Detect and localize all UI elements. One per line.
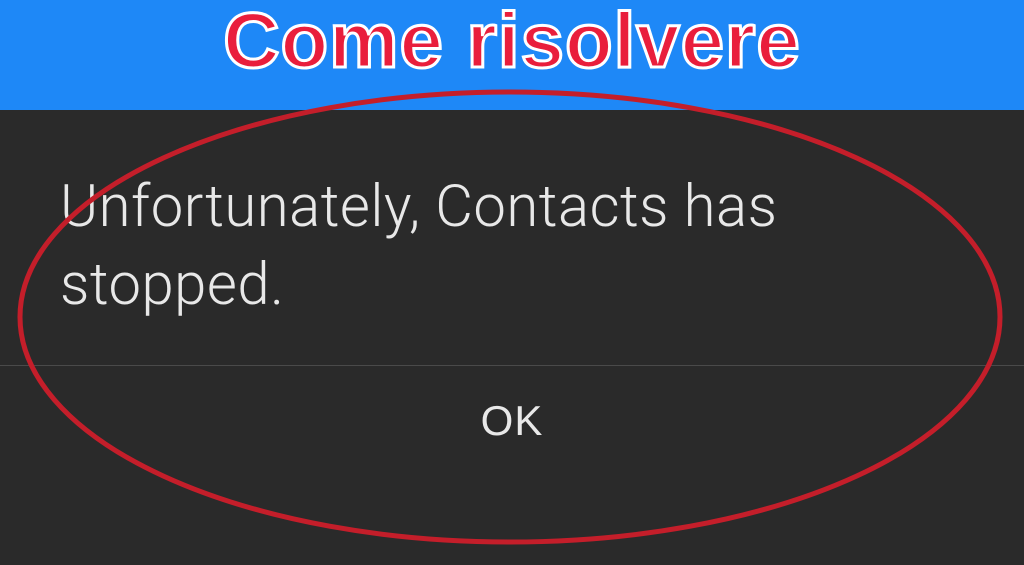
header-banner: Come risolvere xyxy=(0,0,1024,110)
dialog-message: Unfortunately, Contacts has stopped. xyxy=(0,110,1024,365)
ok-button[interactable]: OK xyxy=(441,377,584,465)
page-title: Come risolvere xyxy=(223,0,801,86)
error-dialog: Unfortunately, Contacts has stopped. OK xyxy=(0,110,1024,565)
dialog-button-row: OK xyxy=(0,366,1024,476)
